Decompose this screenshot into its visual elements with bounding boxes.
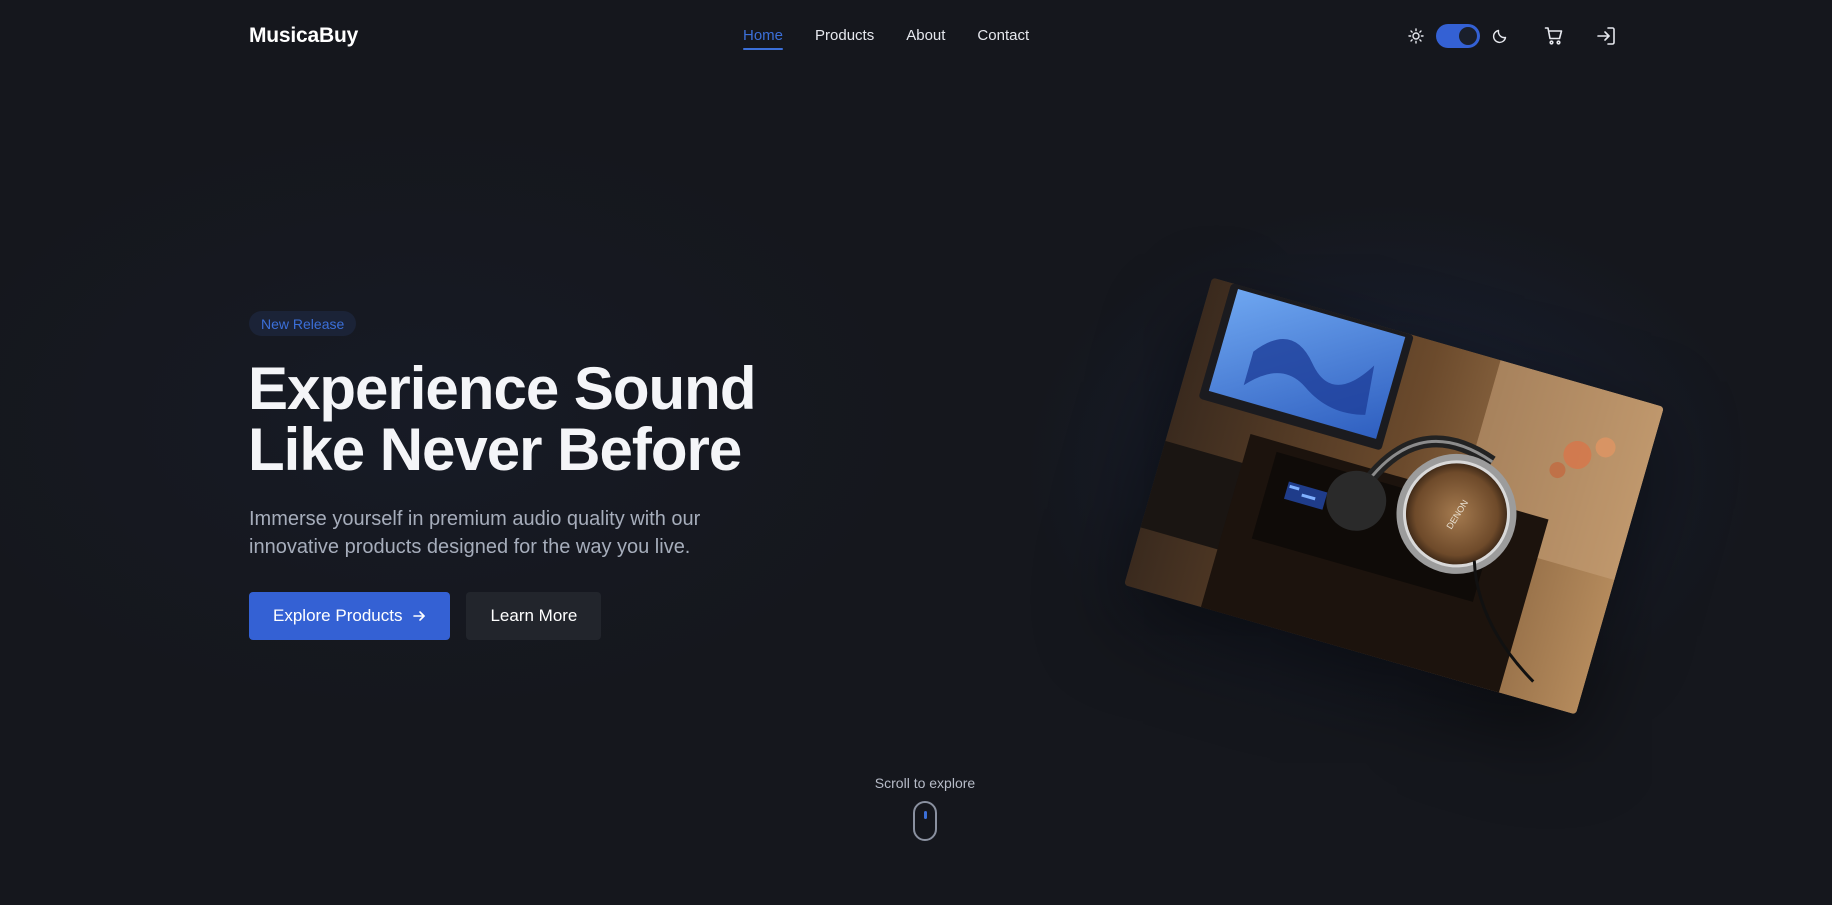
nav-item-home[interactable]: Home bbox=[743, 27, 784, 50]
main-nav: Home Products About Contact bbox=[743, 27, 1029, 50]
learn-more-button[interactable]: Learn More bbox=[466, 592, 602, 640]
nav-item-about[interactable]: About bbox=[906, 27, 945, 50]
site-header: MusicaBuy Home Products About Contact bbox=[0, 0, 1832, 72]
nav-item-contact[interactable]: Contact bbox=[977, 27, 1029, 50]
brand-logo[interactable]: MusicaBuy bbox=[249, 24, 358, 48]
scroll-mouse-icon[interactable] bbox=[913, 801, 937, 841]
hero-subtitle: Immerse yourself in premium audio qualit… bbox=[249, 505, 769, 561]
explore-products-label: Explore Products bbox=[273, 606, 403, 625]
nav-item-products[interactable]: Products bbox=[815, 27, 874, 50]
header-actions bbox=[1404, 23, 1618, 49]
cart-icon bbox=[1544, 26, 1564, 46]
mouse-wheel bbox=[924, 811, 927, 819]
explore-products-button[interactable]: Explore Products bbox=[249, 592, 451, 640]
scroll-label: Scroll to explore bbox=[874, 775, 976, 791]
login-button[interactable] bbox=[1594, 24, 1618, 48]
theme-switcher bbox=[1404, 24, 1512, 48]
theme-toggle[interactable] bbox=[1436, 24, 1480, 48]
moon-icon bbox=[1488, 24, 1512, 48]
cart-button[interactable] bbox=[1542, 24, 1566, 48]
new-release-badge: New Release bbox=[249, 311, 357, 336]
arrow-right-icon bbox=[412, 609, 426, 623]
hero-buttons: Explore Products Learn More bbox=[249, 592, 602, 640]
hero-subtitle-line-1: Immerse yourself in premium audio qualit… bbox=[249, 508, 701, 530]
headphones-product-image: DENON bbox=[1124, 277, 1664, 715]
sun-icon bbox=[1404, 24, 1428, 48]
login-icon bbox=[1596, 26, 1616, 46]
toggle-knob bbox=[1459, 27, 1477, 45]
hero-title: Experience Sound Like Never Before bbox=[248, 358, 868, 480]
hero-title-line-2: Like Never Before bbox=[248, 416, 742, 483]
hero-title-line-1: Experience Sound bbox=[248, 355, 756, 422]
hero-subtitle-line-2: innovative products designed for the way… bbox=[249, 536, 691, 558]
